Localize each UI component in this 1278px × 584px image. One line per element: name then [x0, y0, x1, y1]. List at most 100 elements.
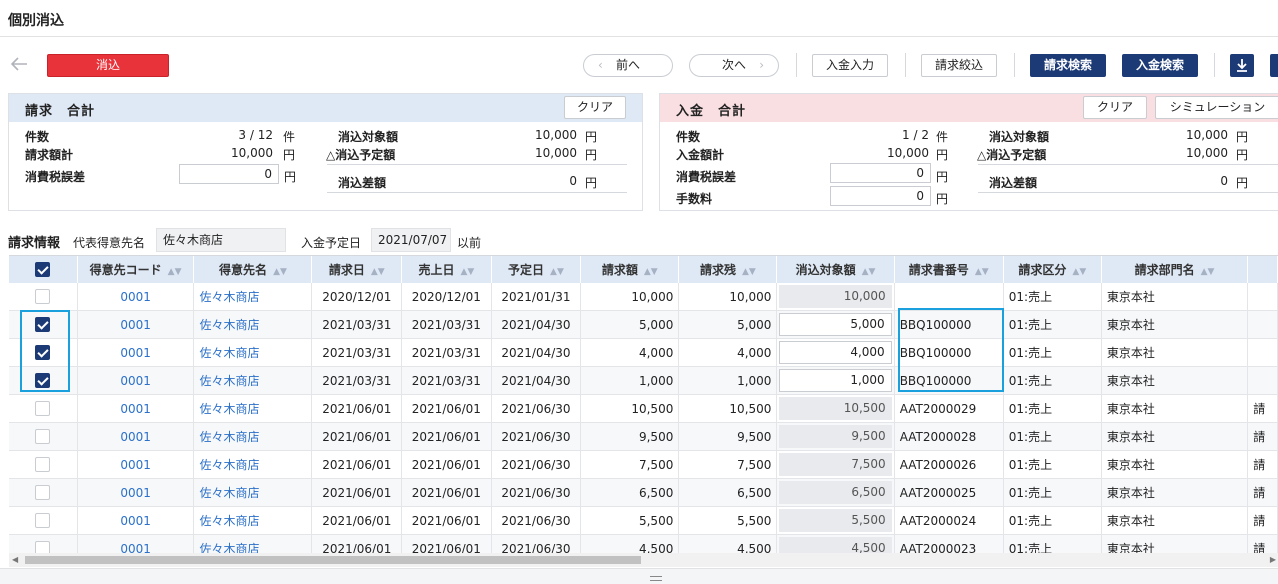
target-amount-cell[interactable]: 5,000	[776, 310, 895, 339]
customer-name-link[interactable]: 佐々木商店	[193, 422, 313, 451]
table-row[interactable]: 0001 佐々木商店 2021/06/01 2021/06/01 2021/06/30 5…	[9, 506, 1278, 535]
target-amount-input[interactable]: 5,000	[779, 313, 892, 336]
target-amount-input[interactable]: 1,000	[779, 369, 892, 392]
payment-search-button[interactable]: 入金検索	[1122, 54, 1198, 77]
customer-code-link[interactable]: 0001	[77, 310, 195, 339]
payment-clear-button[interactable]: クリア	[1083, 96, 1147, 119]
payment-tax-diff-input[interactable]: 0	[830, 163, 931, 183]
customer-name-link[interactable]: 佐々木商店	[193, 310, 313, 339]
back-arrow-icon[interactable]	[9, 55, 31, 75]
table-row[interactable]: 0001 佐々木商店 2020/12/01 2020/12/01 2021/01/31 1…	[9, 283, 1278, 311]
customer-name-link[interactable]: 佐々木商店	[193, 283, 313, 311]
column-header[interactable]: 得意先コード ▲▼	[77, 256, 195, 283]
customer-name-link[interactable]: 佐々木商店	[193, 394, 313, 423]
customer-field[interactable]: 佐々木商店	[156, 228, 286, 252]
simulation-button[interactable]: シミュレーション	[1155, 96, 1278, 119]
table-row[interactable]: 0001 佐々木商店 2021/06/01 2021/06/01 2021/06/30 6…	[9, 478, 1278, 507]
column-header[interactable]: 請求額 ▲▼	[580, 256, 680, 283]
due-date-field[interactable]: 2021/07/07	[371, 228, 451, 252]
customer-code-link[interactable]: 0001	[77, 422, 195, 451]
customer-name-link[interactable]: 佐々木商店	[193, 534, 313, 553]
row-checkbox[interactable]	[35, 429, 51, 444]
sort-icon[interactable]: ▲▼	[273, 267, 287, 277]
sort-icon[interactable]: ▲▼	[644, 267, 658, 277]
target-amount-cell[interactable]: 9,500	[776, 422, 895, 451]
more-button[interactable]	[1270, 54, 1278, 77]
target-amount-cell[interactable]: 1,000	[776, 366, 895, 395]
panel-resizer[interactable]	[0, 568, 1278, 584]
invoice-search-button[interactable]: 請求検索	[1030, 54, 1106, 77]
sort-icon[interactable]: ▲▼	[460, 267, 474, 277]
row-checkbox[interactable]	[35, 289, 51, 304]
scroll-right-icon[interactable]: ▶	[1270, 553, 1276, 567]
target-amount-input[interactable]: 4,000	[779, 341, 892, 364]
sort-icon[interactable]: ▲▼	[1072, 267, 1086, 277]
column-header[interactable]: 売上日 ▲▼	[401, 256, 492, 283]
customer-code-link[interactable]: 0001	[77, 366, 195, 395]
customer-name-link[interactable]: 佐々木商店	[193, 338, 313, 367]
sort-icon[interactable]: ▲▼	[742, 267, 756, 277]
customer-code-link[interactable]: 0001	[77, 534, 195, 553]
target-amount-cell[interactable]: 7,500	[776, 450, 895, 479]
sort-icon[interactable]: ▲▼	[168, 267, 182, 277]
download-icon[interactable]	[1230, 54, 1254, 77]
payment-entry-button[interactable]: 入金入力	[812, 54, 888, 77]
target-amount-cell[interactable]: 6,500	[776, 478, 895, 507]
invoice-tax-diff-input[interactable]: 0	[179, 164, 279, 184]
column-header[interactable]: 請求書番号 ▲▼	[894, 256, 1004, 283]
target-amount-cell[interactable]: 4,000	[776, 338, 895, 367]
sort-icon[interactable]: ▲▼	[1201, 267, 1215, 277]
column-header[interactable]: 消込対象額 ▲▼	[776, 256, 895, 283]
invoice-clear-button[interactable]: クリア	[564, 96, 626, 119]
customer-name-link[interactable]: 佐々木商店	[193, 366, 313, 395]
sort-icon[interactable]: ▲▼	[975, 267, 989, 277]
customer-code-link[interactable]: 0001	[77, 283, 195, 311]
reconcile-button[interactable]: 消込	[47, 54, 169, 77]
target-amount-cell[interactable]: 10,000	[776, 283, 895, 311]
row-select-cell[interactable]	[9, 506, 78, 535]
customer-name-link[interactable]: 佐々木商店	[193, 506, 313, 535]
prev-button[interactable]: ‹ 前へ	[583, 54, 673, 77]
customer-code-link[interactable]: 0001	[77, 478, 195, 507]
table-row[interactable]: 0001 佐々木商店 2021/03/31 2021/03/31 2021/04/30 5…	[9, 310, 1278, 339]
customer-code-link[interactable]: 0001	[77, 394, 195, 423]
select-all-checkbox[interactable]	[35, 262, 51, 277]
payment-fee-input[interactable]: 0	[830, 186, 931, 206]
select-all-header[interactable]	[9, 256, 78, 283]
next-button[interactable]: 次へ ›	[689, 54, 779, 77]
customer-code-link[interactable]: 0001	[77, 450, 195, 479]
column-header[interactable]: 請求部門名 ▲▼	[1101, 256, 1249, 283]
table-row[interactable]: 0001 佐々木商店 2021/06/01 2021/06/01 2021/06/30 7…	[9, 450, 1278, 479]
customer-name-link[interactable]: 佐々木商店	[193, 450, 313, 479]
sort-icon[interactable]: ▲▼	[371, 267, 385, 277]
row-checkbox[interactable]	[35, 485, 51, 500]
target-amount-cell[interactable]: 5,500	[776, 506, 895, 535]
row-select-cell[interactable]	[9, 283, 78, 311]
target-amount-cell[interactable]: 10,500	[776, 394, 895, 423]
horizontal-scrollbar[interactable]: ◀ ▶	[9, 553, 1278, 567]
row-select-cell[interactable]	[9, 394, 78, 423]
table-row[interactable]: 0001 佐々木商店 2021/03/31 2021/03/31 2021/04/30 4…	[9, 338, 1278, 367]
sort-icon[interactable]: ▲▼	[862, 267, 876, 277]
column-header[interactable]: 予定日 ▲▼	[491, 256, 582, 283]
column-header[interactable]: 請求日 ▲▼	[311, 256, 403, 283]
table-row[interactable]: 0001 佐々木商店 2021/03/31 2021/03/31 2021/04/30 1…	[9, 366, 1278, 395]
column-header[interactable]: 請求残 ▲▼	[678, 256, 778, 283]
row-select-cell[interactable]	[9, 534, 78, 553]
customer-code-link[interactable]: 0001	[77, 338, 195, 367]
row-checkbox[interactable]	[35, 513, 51, 528]
row-select-cell[interactable]	[9, 478, 78, 507]
row-checkbox[interactable]	[35, 401, 51, 416]
invoice-filter-button[interactable]: 請求絞込	[921, 54, 997, 77]
table-row[interactable]: 0001 佐々木商店 2021/06/01 2021/06/01 2021/06/30 9…	[9, 422, 1278, 451]
sort-icon[interactable]: ▲▼	[550, 267, 564, 277]
row-checkbox[interactable]	[35, 457, 51, 472]
table-row[interactable]: 0001 佐々木商店 2021/06/01 2021/06/01 2021/06/30 4…	[9, 534, 1278, 553]
customer-name-link[interactable]: 佐々木商店	[193, 478, 313, 507]
resize-grip-icon[interactable]	[650, 576, 662, 581]
column-header[interactable]: 得意先名 ▲▼	[193, 256, 313, 283]
table-row[interactable]: 0001 佐々木商店 2021/06/01 2021/06/01 2021/06/30 1…	[9, 394, 1278, 423]
target-amount-cell[interactable]: 4,500	[776, 534, 895, 553]
scrollbar-thumb[interactable]	[25, 556, 641, 564]
scroll-left-icon[interactable]: ◀	[12, 553, 18, 567]
